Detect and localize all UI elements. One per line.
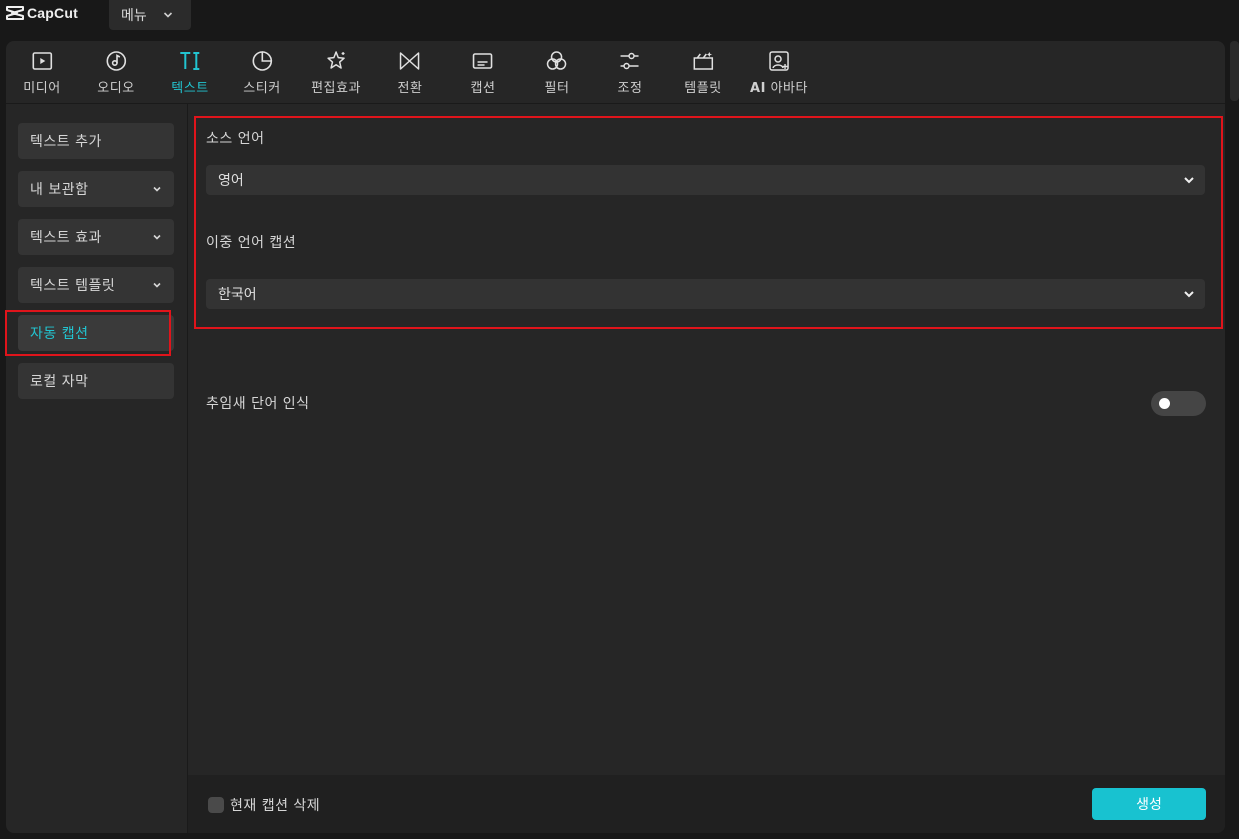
chevron-down-icon xyxy=(1184,291,1194,298)
chevron-down-icon xyxy=(153,186,161,192)
sidebar-item-label: 텍스트 템플릿 xyxy=(30,278,116,294)
bilingual-caption-value: 한국어 xyxy=(218,287,257,303)
transition-icon xyxy=(400,52,420,70)
sidebar-item-label: 로컬 자막 xyxy=(30,374,89,390)
sidebar-item-label: 자동 캡션 xyxy=(30,326,89,342)
tab-caption-label: 캡션 xyxy=(470,81,496,96)
sidebar-item-label: 텍스트 추가 xyxy=(30,134,102,150)
chevron-down-icon xyxy=(163,12,172,18)
tab-filter[interactable]: 필터 xyxy=(545,49,570,97)
ai-label: AI xyxy=(750,81,766,96)
caption-footer: 현재 캡션 삭제 생성 xyxy=(188,775,1225,833)
template-icon xyxy=(693,52,713,70)
avatar-label: 아바타 xyxy=(765,81,808,96)
sidebar-item-text-effects[interactable]: 텍스트 효과 xyxy=(18,219,174,255)
tab-text[interactable]: 텍스트 xyxy=(171,49,208,97)
tab-adjust-label: 조정 xyxy=(617,81,643,96)
sidebar-item-text-templates[interactable]: 텍스트 템플릿 xyxy=(18,267,174,303)
filler-word-toggle[interactable] xyxy=(1151,391,1206,416)
text-icon xyxy=(179,52,199,70)
toggle-knob xyxy=(1159,398,1170,409)
source-language-label: 소스 언어 xyxy=(206,131,265,147)
tab-sticker-label: 스티커 xyxy=(243,81,281,96)
tab-sticker[interactable]: 스티커 xyxy=(243,49,280,97)
auto-caption-panel: 소스 언어 영어 이중 언어 캡션 한국어 추임새 단어 인식 현재 캡션 삭제… xyxy=(188,104,1225,833)
sidebar-item-add-text[interactable]: 텍스트 추가 xyxy=(18,123,174,159)
tab-ai-avatar-label: AI 아바타 xyxy=(750,77,808,96)
tab-filter-label: 필터 xyxy=(544,81,570,96)
filler-word-label: 추임새 단어 인식 xyxy=(206,396,310,412)
main-panel: 미디어 오디오 텍스트 스티커 편집효과 전환 캡션 필터 조정 템플릿 AI … xyxy=(6,41,1225,833)
sidebar-item-label: 텍스트 효과 xyxy=(30,230,102,246)
tab-transition[interactable]: 전환 xyxy=(398,49,423,97)
delete-current-captions-checkbox[interactable]: 현재 캡션 삭제 xyxy=(208,795,320,815)
tab-audio[interactable]: 오디오 xyxy=(97,49,134,97)
tab-ai-avatar[interactable]: AI 아바타 xyxy=(750,49,808,97)
bilingual-caption-label: 이중 언어 캡션 xyxy=(206,235,297,251)
delete-current-captions-label: 현재 캡션 삭제 xyxy=(230,798,321,814)
sidebar-item-local-subtitles[interactable]: 로컬 자막 xyxy=(18,363,174,399)
title-bar: CapCut 메뉴 xyxy=(0,0,1239,40)
tab-effects[interactable]: 편집효과 xyxy=(311,49,361,97)
checkbox-box[interactable] xyxy=(208,797,224,813)
sidebar-item-my-library[interactable]: 내 보관함 xyxy=(18,171,174,207)
category-toolbar: 미디어 오디오 텍스트 스티커 편집효과 전환 캡션 필터 조정 템플릿 AI … xyxy=(6,41,1225,104)
sidebar-item-auto-captions[interactable]: 자동 캡션 xyxy=(18,315,174,351)
menu-button[interactable]: 메뉴 xyxy=(109,0,191,30)
caption-icon xyxy=(473,53,493,69)
tab-transition-label: 전환 xyxy=(397,81,423,96)
tab-media-label: 미디어 xyxy=(23,81,61,96)
bilingual-caption-select[interactable]: 한국어 xyxy=(206,279,1205,309)
menu-label: 메뉴 xyxy=(121,8,147,24)
capcut-logo-icon xyxy=(6,6,24,20)
logo-text: CapCut xyxy=(27,5,78,21)
source-language-select[interactable]: 영어 xyxy=(206,165,1205,195)
text-sidebar: 텍스트 추가 내 보관함 텍스트 효과 텍스트 템플릿 자동 캡션 로컬 자막 xyxy=(6,104,188,833)
tab-text-label: 텍스트 xyxy=(171,81,209,96)
effects-icon xyxy=(327,51,345,69)
tab-caption[interactable]: 캡션 xyxy=(471,49,496,97)
capcut-logo: CapCut xyxy=(6,3,78,23)
chevron-down-icon xyxy=(153,282,161,288)
tab-template[interactable]: 템플릿 xyxy=(684,49,721,97)
tab-effects-label: 편집효과 xyxy=(311,81,361,96)
generate-button[interactable]: 생성 xyxy=(1092,788,1206,820)
tab-adjust[interactable]: 조정 xyxy=(618,49,643,97)
tab-media[interactable]: 미디어 xyxy=(23,49,60,97)
window-scroll-edge xyxy=(1230,41,1239,101)
source-language-value: 영어 xyxy=(218,173,244,189)
avatar-icon xyxy=(769,51,789,71)
sidebar-item-label: 내 보관함 xyxy=(30,182,89,198)
filter-icon xyxy=(547,51,567,70)
chevron-down-icon xyxy=(1184,177,1194,184)
tab-audio-label: 오디오 xyxy=(97,81,135,96)
media-icon xyxy=(32,52,52,70)
audio-icon xyxy=(106,51,126,71)
sticker-icon xyxy=(252,51,272,71)
chevron-down-icon xyxy=(153,234,161,240)
tab-template-label: 템플릿 xyxy=(684,81,722,96)
adjust-icon xyxy=(620,52,639,70)
